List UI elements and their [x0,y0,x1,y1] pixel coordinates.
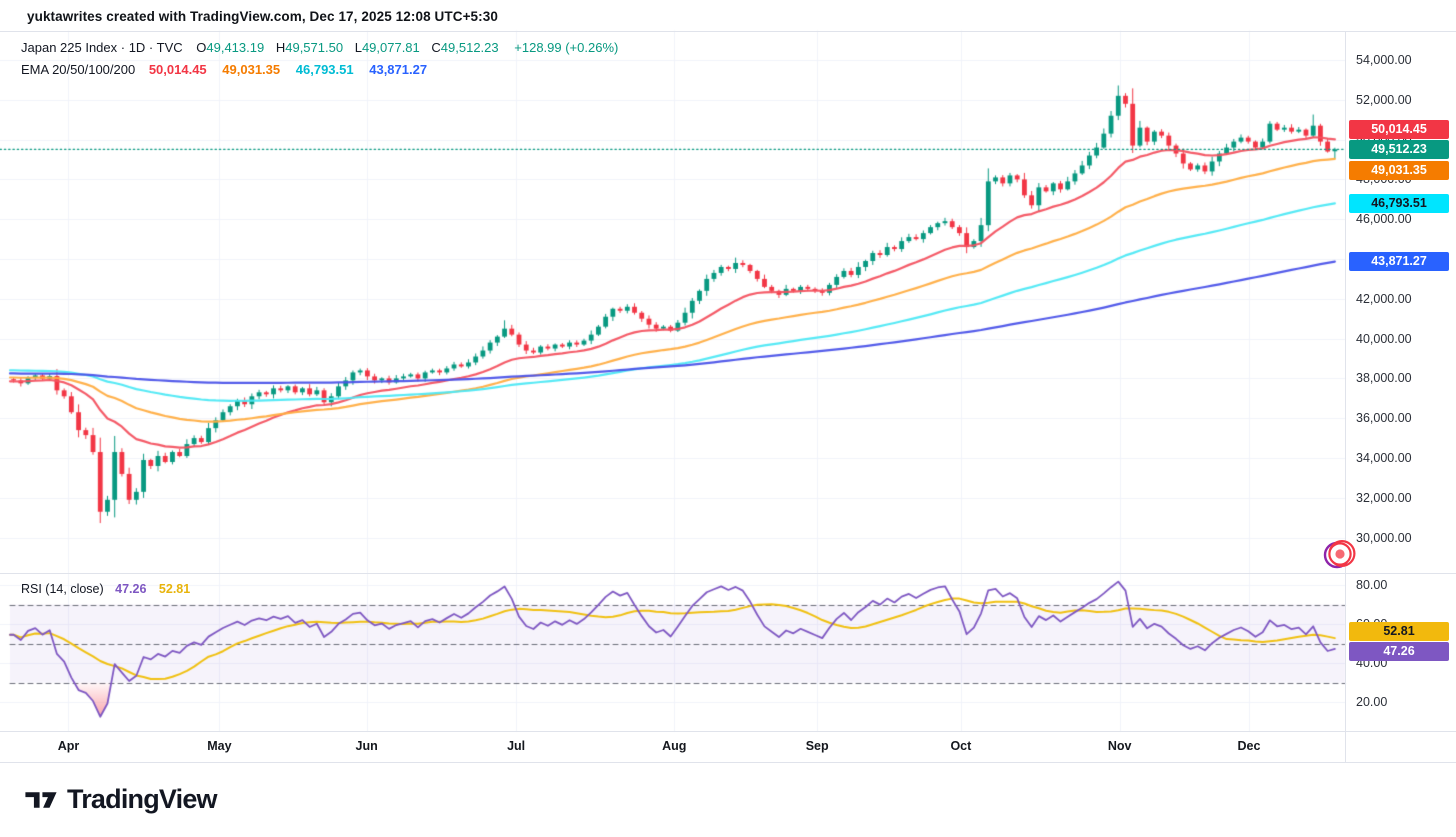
price-axis-label: 36,000.00 [1356,411,1412,425]
price-axis-label: 52,000.00 [1356,93,1412,107]
ema100-price-badge: 46,793.51 [1349,194,1449,213]
rsi-value-badge: 47.26 [1349,642,1449,661]
rsi-value: 47.26 [115,582,146,596]
time-axis-month-label: Jul [507,739,525,753]
chart-bottom-border [0,762,1456,763]
chart-top-border [0,31,1456,32]
price-axis-label: 32,000.00 [1356,491,1412,505]
time-axis-month-label: Jun [356,739,378,753]
ohlc-high: H49,571.50 [276,40,343,55]
rsi-legend[interactable]: RSI (14, close) 47.26 52.81 [21,582,199,596]
price-axis-label: 54,000.00 [1356,53,1412,67]
time-axis-month-label: Aug [662,739,686,753]
watermark: yuktawrites created with TradingView.com… [27,9,498,24]
last-price-badge: 49,512.23 [1349,140,1449,159]
tradingview-logo[interactable]: TradingView [24,784,217,815]
time-axis-month-label: Oct [950,739,971,753]
time-axis-month-label: Nov [1108,739,1132,753]
rsi-axis-label: 80.00 [1356,578,1387,592]
tradingview-chart-widget: yuktawrites created with TradingView.com… [0,0,1456,837]
record-replay-icon[interactable] [1322,536,1360,572]
ema100-value: 46,793.51 [296,62,354,77]
ema-legend[interactable]: EMA 20/50/100/200 50,014.45 49,031.35 46… [21,62,439,77]
price-chart-canvas[interactable] [0,0,1456,837]
price-axis-label: 40,000.00 [1356,332,1412,346]
price-axis-label: 34,000.00 [1356,451,1412,465]
price-axis-label: 30,000.00 [1356,531,1412,545]
time-axis-month-label: May [207,739,231,753]
price-axis-label: 46,000.00 [1356,212,1412,226]
price-axis-label: 42,000.00 [1356,292,1412,306]
ema20-price-badge: 50,014.45 [1349,120,1449,139]
ohlc-close: C49,512.23 [431,40,498,55]
tradingview-logo-text: TradingView [67,784,217,815]
rsi-axis-label: 20.00 [1356,695,1387,709]
time-axis[interactable]: Apr May Jun Jul Aug Sep Oct Nov Dec [0,732,1345,762]
ema200-value: 43,871.27 [369,62,427,77]
price-change: +128.99 (+0.26%) [514,40,618,55]
time-axis-month-label: Dec [1237,739,1260,753]
price-axis-label: 38,000.00 [1356,371,1412,385]
ohlc-open: O49,413.19 [196,40,264,55]
ema50-price-badge: 49,031.35 [1349,161,1449,180]
pane-separator[interactable] [0,573,1456,574]
time-axis-month-label: Apr [58,739,80,753]
rsi-ma-value: 52.81 [159,582,190,596]
rsi-legend-label[interactable]: RSI (14, close) [21,582,104,596]
ema50-value: 49,031.35 [222,62,280,77]
ema-legend-label[interactable]: EMA 20/50/100/200 [21,62,135,77]
ohlc-low: L49,077.81 [355,40,420,55]
symbol-legend[interactable]: Japan 225 Index · 1D · TVC O49,413.19 H4… [21,40,618,55]
price-axis[interactable]: 54,000.0052,000.0050,000.0048,000.0046,0… [1346,31,1456,731]
ema200-price-badge: 43,871.27 [1349,252,1449,271]
symbol-title[interactable]: Japan 225 Index · 1D · TVC [21,40,183,55]
rsi-ma-badge: 52.81 [1349,622,1449,641]
ema20-value: 50,014.45 [149,62,207,77]
tradingview-logo-mark-icon [24,785,58,815]
time-axis-month-label: Sep [806,739,829,753]
